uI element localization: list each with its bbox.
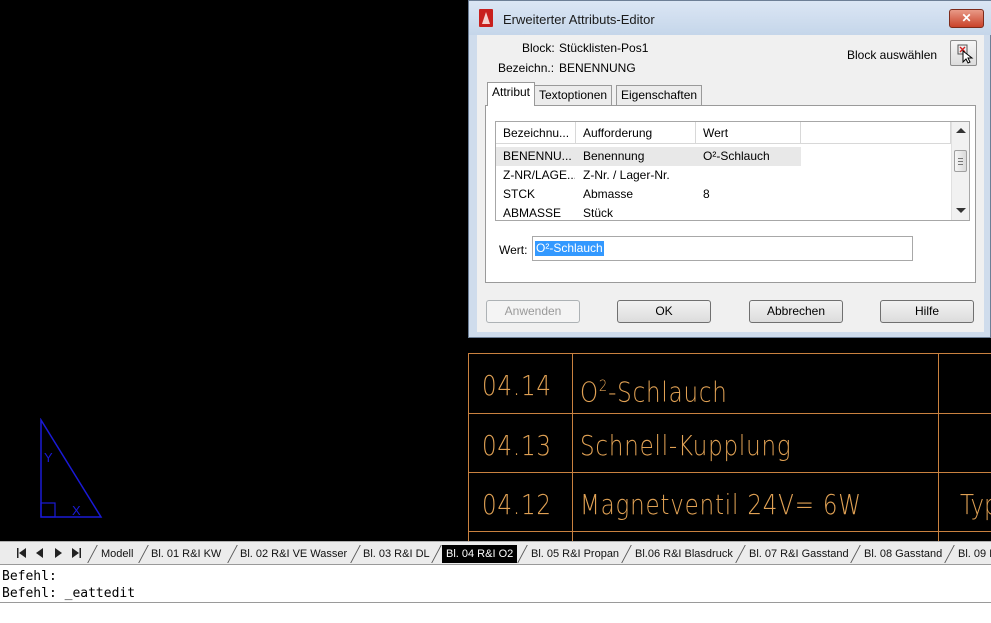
- pick-cursor-icon: [957, 44, 974, 64]
- parts-list-table: 04.14 O2-Schlauch 04.13 Schnell-Kupplung…: [468, 353, 991, 541]
- layout-tab-bl02[interactable]: Bl. 02 R&I VE Wasser: [240, 545, 347, 563]
- layout-tab-bl09[interactable]: Bl. 09 I: [958, 545, 991, 563]
- bom-row: 04.13 Schnell-Kupplung: [468, 414, 991, 473]
- next-layout-icon[interactable]: [50, 546, 66, 560]
- bom-position: 04.12: [482, 488, 552, 521]
- bom-position: 04.13: [482, 429, 552, 462]
- block-value: Stücklisten-Pos1: [559, 41, 649, 55]
- ok-button[interactable]: OK: [617, 300, 711, 323]
- tab-textoptionen[interactable]: Textoptionen: [534, 85, 613, 105]
- bom-name: Schnell-Kupplung: [580, 429, 792, 462]
- scroll-up-icon[interactable]: [956, 128, 966, 133]
- ucs-y-label: Y: [44, 450, 53, 465]
- column-header-value[interactable]: Wert: [696, 122, 801, 144]
- previous-layout-icon[interactable]: [32, 546, 48, 560]
- ucs-icon: Y X: [40, 418, 103, 518]
- value-label: Wert:: [499, 243, 528, 257]
- autocad-app-icon: [479, 9, 493, 27]
- value-input[interactable]: O²-Schlauch: [532, 236, 913, 261]
- layout-tab-bl05[interactable]: Bl. 05 R&I Propan: [531, 545, 619, 563]
- tag-label: Bezeichn.:: [498, 61, 555, 75]
- block-label: Block:: [522, 41, 555, 55]
- cancel-button[interactable]: Abbrechen: [749, 300, 843, 323]
- first-layout-icon[interactable]: [14, 546, 30, 560]
- layout-tab-bl04[interactable]: Bl. 04 R&I O2: [442, 545, 518, 563]
- command-history-line: Befehl:: [2, 569, 57, 584]
- select-block-button[interactable]: [950, 40, 977, 66]
- layout-tab-bl03[interactable]: Bl. 03 R&I DL: [363, 545, 430, 563]
- scrollbar-thumb[interactable]: [954, 150, 967, 172]
- attribute-row[interactable]: Z-NR/LAGE... Z-Nr. / Lager-Nr.: [496, 166, 951, 185]
- attribute-tab-panel: Bezeichnu... Aufforderung Wert BENENNU..…: [485, 105, 976, 283]
- close-button[interactable]: ✕: [949, 9, 984, 28]
- last-layout-icon[interactable]: [68, 546, 84, 560]
- select-block-label: Block auswählen: [847, 48, 938, 62]
- attribute-row[interactable]: BENENNU... Benennung O²-Schlauch: [496, 147, 801, 166]
- column-header-prompt[interactable]: Aufforderung: [576, 122, 696, 144]
- tag-value: BENENNUNG: [559, 61, 636, 75]
- bom-position: 04.14: [482, 369, 552, 402]
- value-input-selection: O²-Schlauch: [535, 241, 604, 256]
- command-line[interactable]: Befehl: Befehl: _eattedit: [0, 565, 991, 623]
- attribute-row[interactable]: ABMASSE Stück: [496, 204, 951, 220]
- layout-tab-bl06[interactable]: Bl.06 R&I Blasdruck: [635, 545, 733, 563]
- tab-attribut[interactable]: Attribut: [487, 82, 536, 106]
- tab-eigenschaften[interactable]: Eigenschaften: [616, 85, 703, 105]
- scroll-down-icon[interactable]: [956, 208, 966, 213]
- layout-tab-modell[interactable]: Modell: [101, 545, 133, 563]
- command-history-line: Befehl: _eattedit: [2, 586, 136, 601]
- column-header-tag[interactable]: Bezeichnu...: [496, 122, 576, 144]
- attribute-list[interactable]: Bezeichnu... Aufforderung Wert BENENNU..…: [495, 121, 970, 221]
- dialog-title: Erweiterter Attributs-Editor: [503, 12, 655, 27]
- bom-name: Magnetventil 24V= 6W: [580, 488, 862, 521]
- bom-row: 04.14 O2-Schlauch: [468, 354, 991, 413]
- layout-tab-bl08[interactable]: Bl. 08 Gasstand: [864, 545, 942, 563]
- ucs-x-label: X: [72, 503, 81, 518]
- help-button[interactable]: Hilfe: [880, 300, 974, 323]
- bom-row: 04.12 Magnetventil 24V= 6W Typ: [468, 473, 991, 532]
- command-input[interactable]: [0, 603, 991, 623]
- layout-tab-bar: Modell Bl. 01 R&I KW Bl. 02 R&I VE Wasse…: [0, 541, 991, 565]
- list-scrollbar[interactable]: [951, 122, 969, 220]
- apply-button[interactable]: Anwenden: [486, 300, 580, 323]
- attribute-row[interactable]: STCK Abmasse 8: [496, 185, 951, 204]
- bom-name: O2-Schlauch: [580, 375, 728, 409]
- dialog-titlebar[interactable]: Erweiterter Attributs-Editor ✕: [469, 1, 991, 35]
- layout-tab-bl07[interactable]: Bl. 07 R&I Gasstand: [749, 545, 849, 563]
- bom-type: Typ: [960, 488, 991, 521]
- attribute-editor-dialog: Erweiterter Attributs-Editor ✕ Block: St…: [468, 0, 991, 338]
- layout-tab-bl01[interactable]: Bl. 01 R&I KW: [151, 545, 221, 563]
- dialog-body: Block: Stücklisten-Pos1 Bezeichn.: BENEN…: [477, 35, 984, 332]
